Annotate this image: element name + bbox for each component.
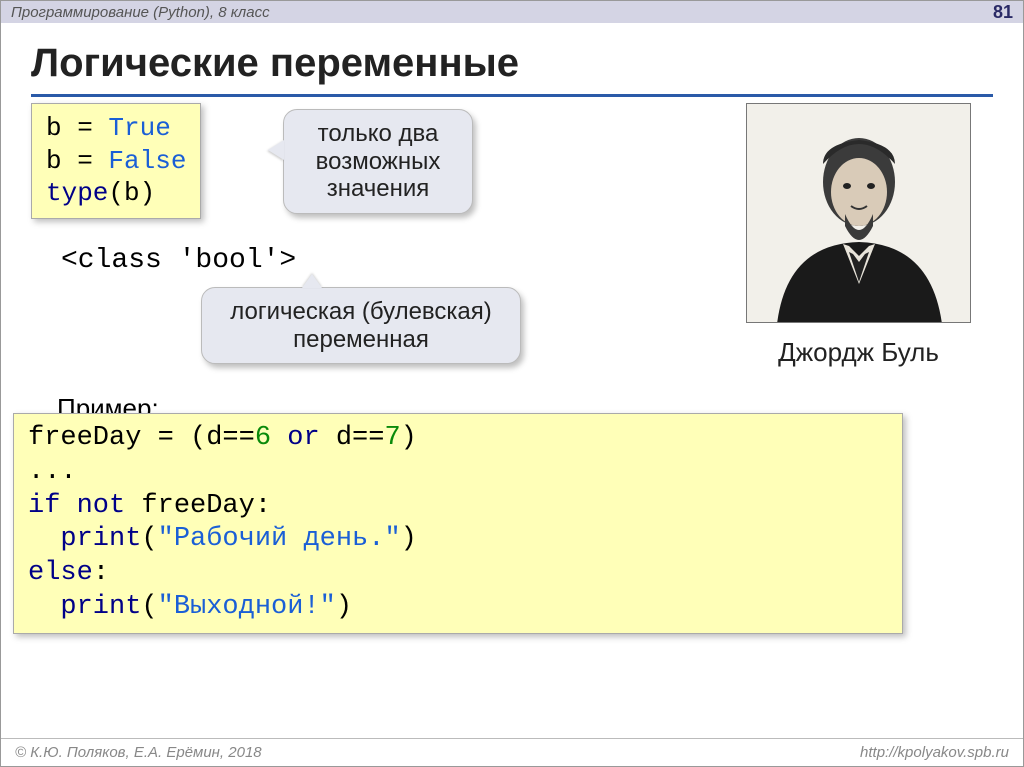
callout2-l2: переменная — [218, 326, 504, 354]
class-output: <class 'bool'> — [61, 245, 296, 276]
portrait-block: Джордж Буль — [746, 103, 971, 368]
portrait-svg — [747, 104, 971, 323]
c2l1d: d== — [320, 423, 385, 453]
course-label: Программирование (Python), 8 класс — [11, 4, 270, 21]
callout1-l2: возможных — [300, 148, 456, 176]
copyright: © К.Ю. Поляков, Е.А. Ерёмин, 2018 — [15, 744, 262, 761]
topbar: Программирование (Python), 8 класс 81 — [1, 1, 1023, 23]
callout-two-values: только два возможных значения — [283, 109, 473, 214]
c2l1c: or — [271, 423, 320, 453]
slide-title: Логические переменные — [1, 23, 1023, 94]
c2l6c: "Выходной!" — [158, 592, 336, 622]
c2l4c: "Рабочий день." — [158, 524, 401, 554]
callout-tail-icon — [268, 140, 284, 160]
c2l1f: ) — [401, 423, 417, 453]
c2l5b: : — [93, 558, 109, 588]
portrait-image — [746, 103, 971, 323]
code1-l3a: type — [46, 178, 108, 208]
page-number: 81 — [993, 2, 1013, 23]
portrait-caption: Джордж Буль — [746, 337, 971, 368]
c2l3b: freeDay: — [125, 491, 271, 521]
c2l4a: print — [28, 524, 141, 554]
c2l1a: freeDay = (d== — [28, 423, 255, 453]
footer: © К.Ю. Поляков, Е.А. Ерёмин, 2018 http:/… — [1, 738, 1023, 766]
callout-tail-icon — [302, 274, 322, 288]
c2l5a: else — [28, 558, 93, 588]
c2l4b: ( — [141, 524, 157, 554]
code-box-2: freeDay = (d==6 or d==7) ... if not free… — [13, 413, 903, 634]
code1-l2b: False — [108, 146, 186, 176]
content: b = True b = False type(b) только два во… — [1, 97, 1023, 737]
code1-l1b: True — [108, 113, 170, 143]
c2l2: ... — [28, 457, 77, 487]
website-url: http://kpolyakov.spb.ru — [860, 744, 1009, 761]
c2l1b: 6 — [255, 423, 271, 453]
code1-l2a: b = — [46, 146, 108, 176]
c2l4d: ) — [401, 524, 417, 554]
callout-boolean: логическая (булевская) переменная — [201, 287, 521, 364]
c2l6d: ) — [336, 592, 352, 622]
code-box-1: b = True b = False type(b) — [31, 103, 201, 219]
code1-l1a: b = — [46, 113, 108, 143]
c2l1e: 7 — [384, 423, 400, 453]
code1-l3b: (b) — [108, 178, 155, 208]
callout1-l3: значения — [300, 175, 456, 203]
callout2-l1: логическая (булевская) — [218, 298, 504, 326]
callout1-l1: только два — [300, 120, 456, 148]
c2l3a: if not — [28, 491, 125, 521]
c2l6b: ( — [141, 592, 157, 622]
c2l6a: print — [28, 592, 141, 622]
slide: Программирование (Python), 8 класс 81 Ло… — [0, 0, 1024, 767]
